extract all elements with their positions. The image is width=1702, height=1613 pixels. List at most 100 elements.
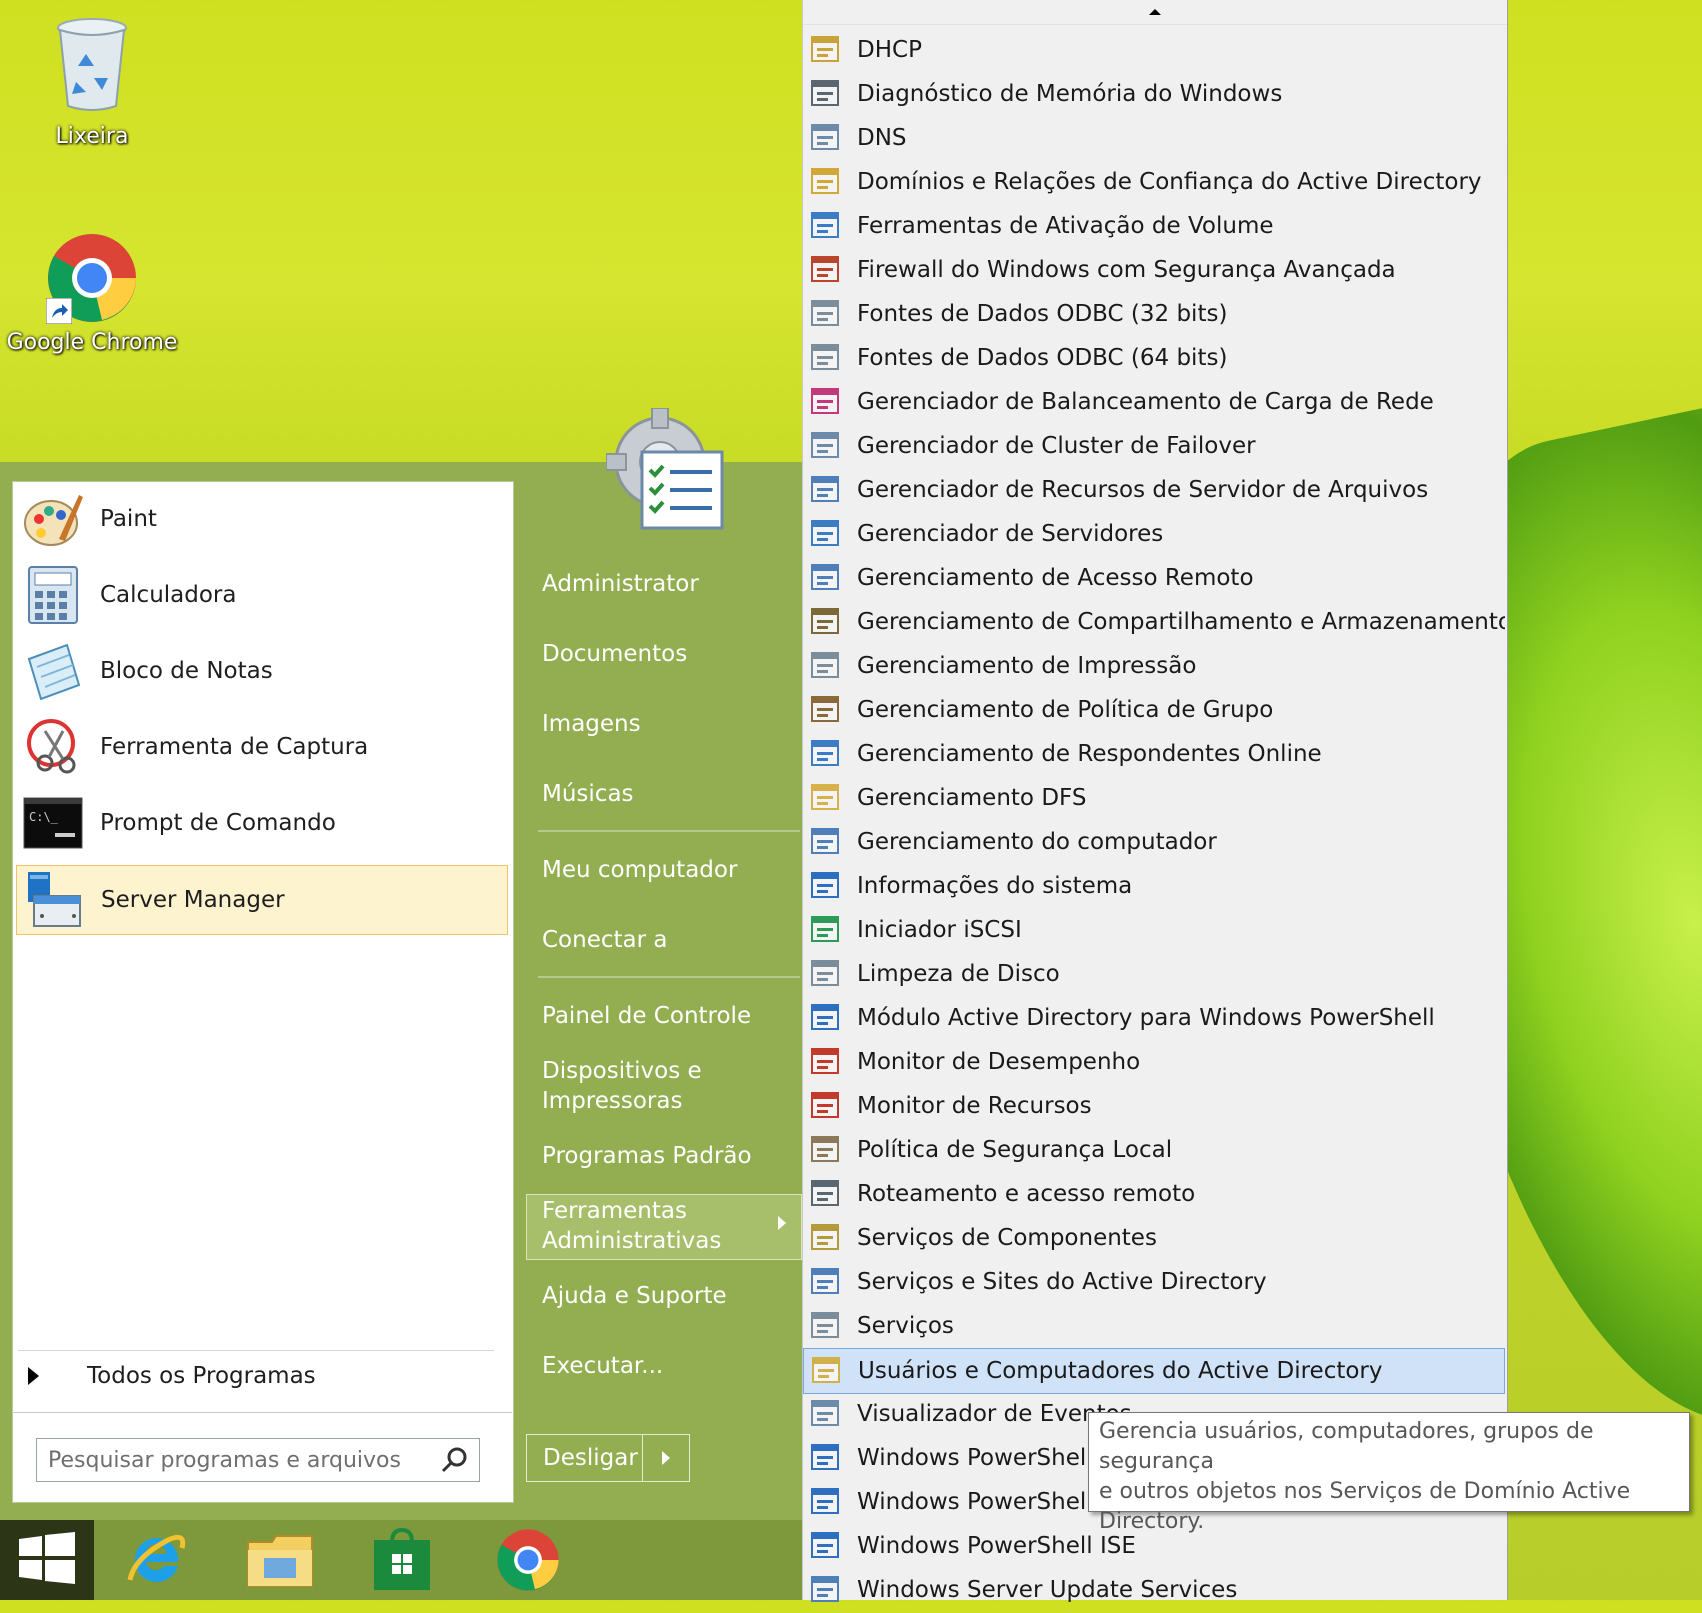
admin-tool-item[interactable]: Ferramentas de Ativação de Volume: [803, 204, 1505, 248]
admin-tool-icon: [809, 1529, 843, 1563]
admin-tool-label: Monitor de Recursos: [857, 1093, 1092, 1119]
admin-tool-icon: [809, 649, 843, 683]
admin-tool-label: Firewall do Windows com Segurança Avança…: [857, 257, 1396, 283]
chrome-taskbar-icon[interactable]: [496, 1528, 560, 1592]
admin-tool-item[interactable]: Windows Server Update Services: [803, 1568, 1505, 1612]
triangle-up-icon: [1149, 9, 1161, 15]
admin-tool-item[interactable]: Gerenciamento de Acesso Remoto: [803, 556, 1505, 600]
admin-tool-item[interactable]: Limpeza de Disco: [803, 952, 1505, 996]
link-dispositivos-line1: Dispositivos e: [542, 1058, 702, 1084]
admin-tool-icon: [809, 605, 843, 639]
program-label: Paint: [100, 506, 157, 532]
desktop-icon-label: Google Chrome: [6, 330, 178, 355]
admin-tool-icon: [809, 737, 843, 771]
link-administrator[interactable]: Administrator: [542, 569, 699, 599]
admin-tool-icon: [809, 869, 843, 903]
admin-tool-item[interactable]: Firewall do Windows com Segurança Avança…: [803, 248, 1505, 292]
admin-tool-icon: [809, 209, 843, 243]
search-input[interactable]: Pesquisar programas e arquivos: [36, 1438, 480, 1482]
desktop-icon-recycle-bin[interactable]: Lixeira: [2, 16, 182, 149]
admin-tool-icon: [809, 825, 843, 859]
program-command-prompt[interactable]: C:\_ Prompt de Comando: [16, 789, 508, 857]
admin-tool-item[interactable]: Gerenciamento de Compartilhamento e Arma…: [803, 600, 1505, 644]
internet-explorer-icon[interactable]: [124, 1528, 188, 1592]
admin-tool-label: Gerenciamento de Respondentes Online: [857, 741, 1322, 767]
admin-tool-item[interactable]: Gerenciador de Servidores: [803, 512, 1505, 556]
admin-tool-item[interactable]: Política de Segurança Local: [803, 1128, 1505, 1172]
admin-tool-item[interactable]: Serviços de Componentes: [803, 1216, 1505, 1260]
admin-tool-icon: [809, 341, 843, 375]
tooltip-line: Gerencia usuários, computadores, grupos …: [1099, 1419, 1594, 1474]
admin-tool-item[interactable]: Gerenciamento de Impressão: [803, 644, 1505, 688]
admin-tool-label: Gerenciador de Recursos de Servidor de A…: [857, 477, 1429, 503]
link-painel-de-controle[interactable]: Painel de Controle: [542, 1001, 751, 1031]
admin-tool-item[interactable]: Fontes de Dados ODBC (64 bits): [803, 336, 1505, 380]
start-button[interactable]: [0, 1520, 94, 1600]
program-label: Calculadora: [100, 582, 237, 608]
admin-tool-item[interactable]: DHCP: [803, 28, 1505, 72]
admin-tool-item[interactable]: Diagnóstico de Memória do Windows: [803, 72, 1505, 116]
admin-tool-item[interactable]: Usuários e Computadores do Active Direct…: [803, 1348, 1505, 1394]
chrome-icon: [46, 232, 138, 324]
admin-tool-item[interactable]: Monitor de Desempenho: [803, 1040, 1505, 1084]
admin-tool-item[interactable]: Iniciador iSCSI: [803, 908, 1505, 952]
admin-tool-label: Fontes de Dados ODBC (32 bits): [857, 301, 1228, 327]
admin-tool-label: DHCP: [857, 37, 922, 63]
admin-tool-item[interactable]: Roteamento e acesso remoto: [803, 1172, 1505, 1216]
all-programs-label: Todos os Programas: [87, 1363, 316, 1389]
admin-tool-item[interactable]: Gerenciamento DFS: [803, 776, 1505, 820]
link-programas-padrao[interactable]: Programas Padrão: [542, 1141, 752, 1171]
all-programs-button[interactable]: Todos os Programas: [28, 1363, 316, 1389]
program-calculator[interactable]: Calculadora: [16, 561, 508, 629]
admin-tool-label: Usuários e Computadores do Active Direct…: [858, 1358, 1383, 1384]
link-musicas[interactable]: Músicas: [542, 779, 634, 809]
program-label: Prompt de Comando: [100, 810, 336, 836]
admin-tool-item[interactable]: Gerenciador de Cluster de Failover: [803, 424, 1505, 468]
desktop-icon-google-chrome[interactable]: Google Chrome: [2, 232, 182, 355]
search-placeholder: Pesquisar programas e arquivos: [48, 1447, 401, 1473]
admin-tool-item[interactable]: Gerenciamento de Política de Grupo: [803, 688, 1505, 732]
link-documentos[interactable]: Documentos: [542, 639, 687, 669]
program-paint[interactable]: Paint: [16, 485, 508, 553]
link-meu-computador[interactable]: Meu computador: [542, 855, 737, 885]
store-icon[interactable]: [370, 1527, 434, 1592]
shutdown-options-button[interactable]: [643, 1435, 689, 1481]
admin-tool-icon: [809, 1177, 843, 1211]
link-ajuda-e-suporte[interactable]: Ajuda e Suporte: [542, 1281, 727, 1311]
link-conectar-a[interactable]: Conectar a: [542, 925, 667, 955]
program-notepad[interactable]: Bloco de Notas: [16, 637, 508, 705]
triangle-right-icon: [28, 1367, 39, 1385]
scroll-up-button[interactable]: [803, 0, 1507, 25]
tooltip-line: Directory.: [1099, 1509, 1205, 1534]
link-ferramentas-administrativas[interactable]: Ferramentas Administrativas: [542, 1196, 721, 1256]
shutdown-button[interactable]: Desligar: [527, 1435, 643, 1481]
admin-tool-label: Gerenciador de Cluster de Failover: [857, 433, 1256, 459]
link-dispositivos[interactable]: Dispositivos e Impressoras: [542, 1056, 702, 1116]
right-separator: [538, 976, 800, 978]
admin-tool-label: Informações do sistema: [857, 873, 1133, 899]
admin-tool-item[interactable]: Gerenciamento de Respondentes Online: [803, 732, 1505, 776]
admin-tool-item[interactable]: Serviços e Sites do Active Directory: [803, 1260, 1505, 1304]
admin-tool-item[interactable]: Módulo Active Directory para Windows Pow…: [803, 996, 1505, 1040]
admin-tool-label: Gerenciador de Servidores: [857, 521, 1164, 547]
admin-tool-icon: [809, 957, 843, 991]
admin-tool-item[interactable]: Gerenciamento do computador: [803, 820, 1505, 864]
admin-tool-label: Módulo Active Directory para Windows Pow…: [857, 1005, 1435, 1031]
admin-tool-item[interactable]: Serviços: [803, 1304, 1505, 1348]
svg-text:C:\_: C:\_: [29, 810, 59, 824]
admin-tool-item[interactable]: Monitor de Recursos: [803, 1084, 1505, 1128]
program-server-manager[interactable]: Server Manager: [16, 865, 508, 935]
admin-tool-item[interactable]: Domínios e Relações de Confiança do Acti…: [803, 160, 1505, 204]
admin-tool-item[interactable]: Fontes de Dados ODBC (32 bits): [803, 292, 1505, 336]
link-imagens[interactable]: Imagens: [542, 709, 641, 739]
admin-tool-item[interactable]: DNS: [803, 116, 1505, 160]
admin-tool-item[interactable]: Gerenciador de Balanceamento de Carga de…: [803, 380, 1505, 424]
admin-tool-icon: [809, 693, 843, 727]
program-snipping-tool[interactable]: Ferramenta de Captura: [16, 713, 508, 781]
admin-tool-item[interactable]: Informações do sistema: [803, 864, 1505, 908]
admin-tool-icon: [809, 33, 843, 67]
admin-tool-icon: [809, 1001, 843, 1035]
link-executar[interactable]: Executar...: [542, 1351, 663, 1381]
file-explorer-icon[interactable]: [246, 1528, 313, 1592]
admin-tool-item[interactable]: Gerenciador de Recursos de Servidor de A…: [803, 468, 1505, 512]
